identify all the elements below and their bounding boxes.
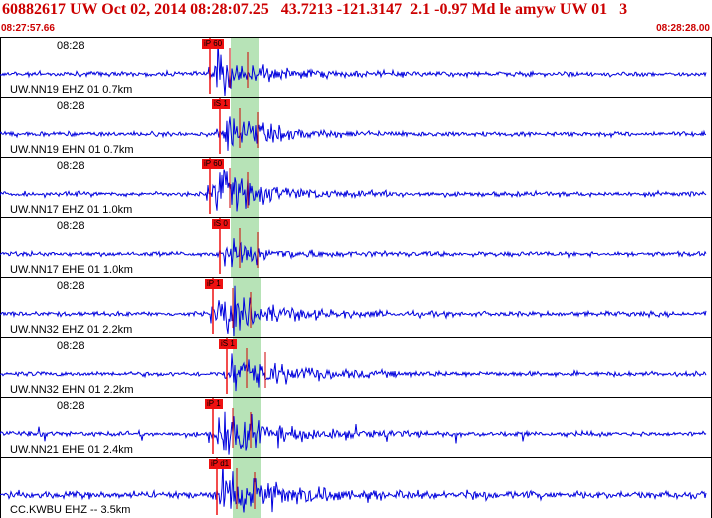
time-label: 08:28 (57, 280, 85, 292)
station-label: UW.NN32 EHZ 01 2.2km (10, 324, 133, 336)
trace-panel[interactable]: 08:28 iP 60 UW.NN17 EHZ 01 1.0km (0, 157, 712, 217)
station-label: CC.KWBU EHZ -- 3.5km (10, 504, 131, 516)
event-title: 60882617 UW Oct 02, 2014 08:28:07.25 43.… (2, 1, 628, 18)
trace-panel[interactable]: 08:28 iP 1 UW.NN21 EHE 01 2.4km (0, 397, 712, 457)
waveform-trace (0, 238, 707, 268)
pick-label[interactable]: iS 0 (212, 219, 230, 229)
pick-label[interactable]: iS 1 (212, 99, 230, 109)
station-label: UW.NN19 EHZ 01 0.7km (10, 84, 133, 96)
station-label: UW.NN17 EHE 01 1.0km (10, 264, 133, 276)
trace-panel[interactable]: 08:28 iS 1 UW.NN19 EHN 01 0.7km (0, 97, 712, 157)
time-label: 08:28 (57, 160, 85, 172)
pick-window (231, 38, 259, 97)
pick-window (231, 98, 259, 157)
seismogram-panels: 08:28 iP 60 UW.NN19 EHZ 01 0.7km 08:28 i… (0, 37, 712, 518)
header-bar: 60882617 UW Oct 02, 2014 08:28:07.25 43.… (0, 0, 712, 37)
start-time: 08:27:57.66 (1, 23, 55, 34)
trace-panel[interactable]: 08:28 iP 1 UW.NN32 EHZ 01 2.2km (0, 277, 712, 337)
trace-panel[interactable]: 08:28 iS 0 UW.NN17 EHE 01 1.0km (0, 217, 712, 277)
pick-label[interactable]: iP 60 (202, 39, 225, 49)
time-label: 08:28 (57, 40, 85, 52)
station-label: UW.NN19 EHN 01 0.7km (10, 144, 134, 156)
pick-label[interactable]: iP d1 (209, 459, 232, 469)
pick-label[interactable]: iP 60 (202, 159, 225, 169)
time-label: 08:28 (57, 220, 85, 232)
station-label: UW.NN17 EHZ 01 1.0km (10, 204, 133, 216)
pick-label[interactable]: iS 1 (219, 339, 237, 349)
trace-panel[interactable]: 08:28 iS 1 UW.NN32 EHN 01 2.2km (0, 337, 712, 397)
pick-label[interactable]: iP 1 (205, 399, 223, 409)
time-label: 08:28 (57, 340, 85, 352)
trace-panel[interactable]: iP d1 CC.KWBU EHZ -- 3.5km (0, 457, 712, 518)
time-label: 08:28 (57, 400, 85, 412)
pick-label[interactable]: iP 1 (205, 279, 223, 289)
end-time: 08:28:28.00 (656, 23, 710, 34)
station-label: UW.NN32 EHN 01 2.2km (10, 384, 134, 396)
trace-panel[interactable]: 08:28 iP 60 UW.NN19 EHZ 01 0.7km (0, 37, 712, 97)
station-label: UW.NN21 EHE 01 2.4km (10, 444, 133, 456)
pick-window (231, 158, 259, 217)
time-label: 08:28 (57, 100, 85, 112)
